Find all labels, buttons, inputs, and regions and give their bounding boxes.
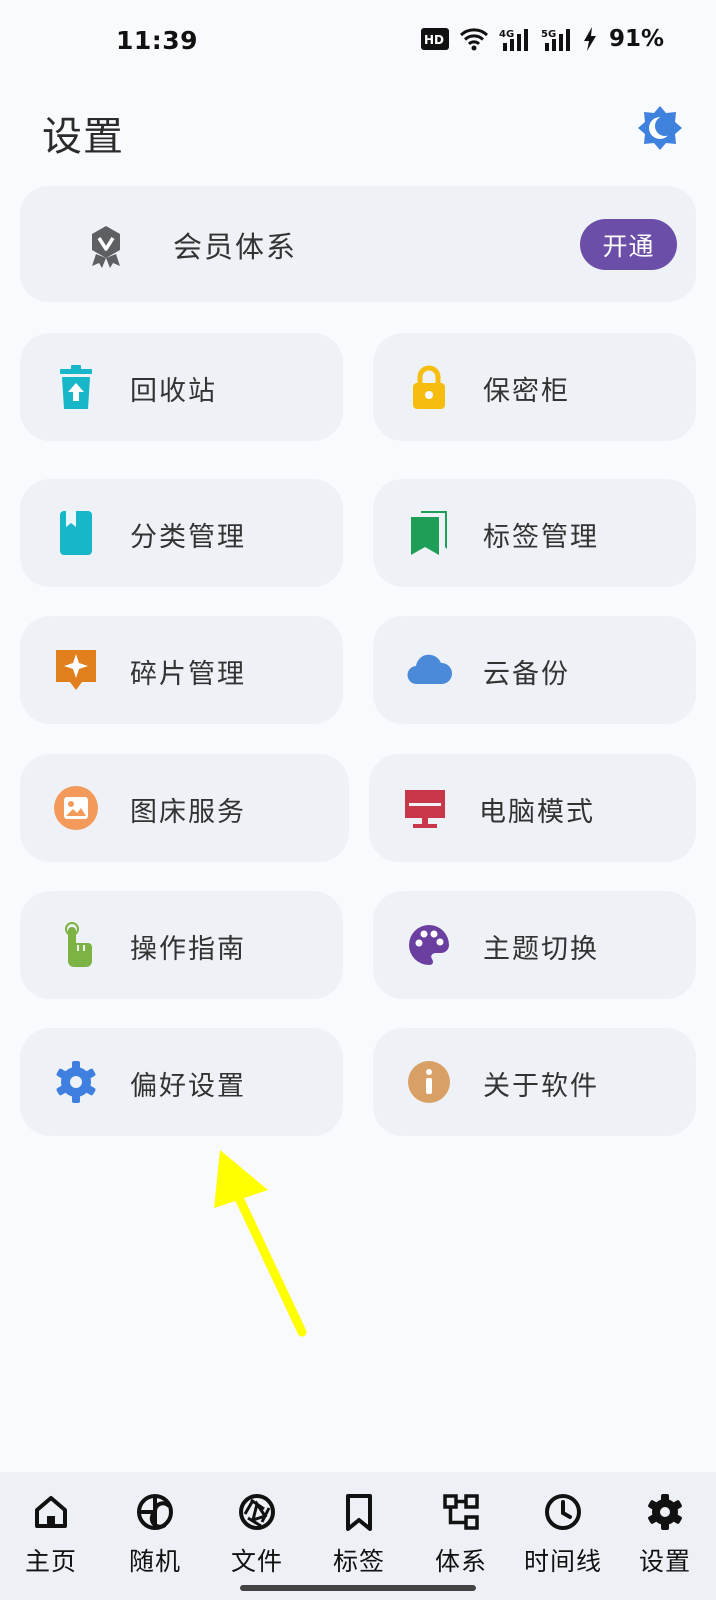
tile-fragment-manage[interactable]: 碎片管理 <box>20 616 343 724</box>
gear-icon <box>56 1061 96 1103</box>
battery-percent: 91% <box>608 26 664 52</box>
nav-label: 体系 <box>434 1547 487 1576</box>
nav-system[interactable]: 体系 <box>413 1486 509 1596</box>
bookmark-icon <box>346 1494 372 1531</box>
nav-random[interactable]: 随机 <box>107 1486 203 1596</box>
charging-icon <box>583 27 596 51</box>
tile-cloud-backup[interactable]: 云备份 <box>373 616 696 724</box>
membership-label: 会员体系 <box>173 230 298 264</box>
nav-timeline[interactable]: 时间线 <box>515 1486 611 1596</box>
activate-button[interactable]: 开通 <box>580 219 677 270</box>
nav-tags[interactable]: 标签 <box>311 1486 407 1596</box>
tile-label: 偏好设置 <box>130 1071 246 1102</box>
net-4g-text: 4G <box>499 29 514 40</box>
tile-safe-box[interactable]: 保密柜 <box>373 333 696 441</box>
tile-label: 回收站 <box>130 376 217 407</box>
tile-label: 保密柜 <box>483 376 570 407</box>
tile-image-hosting[interactable]: 图床服务 <box>20 754 349 862</box>
theme-toggle-icon[interactable] <box>636 104 684 152</box>
hd-badge-text: HD <box>424 33 444 47</box>
lock-icon <box>413 365 445 409</box>
tile-category-manage[interactable]: 分类管理 <box>20 479 343 587</box>
book-icon <box>60 511 92 555</box>
image-icon <box>54 786 98 830</box>
sparkle-note-icon <box>56 650 96 690</box>
tile-label: 碎片管理 <box>130 659 246 690</box>
nav-label: 随机 <box>128 1547 181 1576</box>
shuffle-icon <box>137 1494 173 1530</box>
nav-home[interactable]: 主页 <box>3 1486 99 1596</box>
cloud-icon <box>407 654 453 685</box>
tile-label: 图床服务 <box>130 797 246 828</box>
wifi-icon <box>459 28 488 51</box>
status-time: 11:39 <box>116 26 199 55</box>
page-title: 设置 <box>42 114 124 160</box>
nav-label: 设置 <box>638 1547 691 1576</box>
tile-label: 云备份 <box>483 659 570 690</box>
palette-icon <box>409 925 449 965</box>
clock-icon <box>545 1494 581 1530</box>
annotation-arrow-icon <box>214 1150 307 1337</box>
nav-label: 时间线 <box>523 1547 602 1576</box>
tile-label: 分类管理 <box>130 522 246 553</box>
vip-badge-icon <box>92 226 120 268</box>
tile-preferences[interactable]: 偏好设置 <box>20 1028 343 1136</box>
hd-icon: HD <box>420 28 449 50</box>
net-5g-text: 5G <box>541 29 556 40</box>
nav-label: 主页 <box>24 1547 77 1576</box>
bottom-navigation: 主页 随机 文件 标签 体系 时间线 设置 <box>0 1472 716 1600</box>
tile-label: 关于软件 <box>483 1071 599 1102</box>
tile-label: 标签管理 <box>483 522 599 553</box>
aperture-icon <box>239 1494 275 1530</box>
membership-card[interactable]: 会员体系 开通 <box>20 186 696 302</box>
signal-4g-icon: 4G <box>499 29 528 51</box>
tile-recycle-bin[interactable]: 回收站 <box>20 333 343 441</box>
bookmarks-icon <box>411 511 447 555</box>
nav-settings[interactable]: 设置 <box>617 1486 713 1596</box>
gesture-home-bar[interactable] <box>240 1585 476 1591</box>
tile-theme-switch[interactable]: 主题切换 <box>373 891 696 999</box>
tile-about[interactable]: 关于软件 <box>373 1028 696 1136</box>
status-bar: 11:39 HD 4G 5G 91% <box>0 0 716 82</box>
recycle-bin-icon <box>60 365 92 409</box>
tile-label: 操作指南 <box>130 934 246 965</box>
tile-user-guide[interactable]: 操作指南 <box>20 891 343 999</box>
settings-icon <box>648 1494 682 1530</box>
signal-5g-icon: 5G <box>541 29 570 51</box>
touch-hand-icon <box>65 922 92 967</box>
nav-label: 标签 <box>332 1547 385 1576</box>
info-icon <box>408 1061 450 1103</box>
home-icon <box>35 1496 67 1528</box>
tile-label: 主题切换 <box>483 934 599 965</box>
nav-files[interactable]: 文件 <box>209 1486 305 1596</box>
tile-desktop-mode[interactable]: 电脑模式 <box>369 754 696 862</box>
system-icons: HD 4G 5G 91% <box>420 26 664 52</box>
hierarchy-icon <box>443 1494 479 1530</box>
nav-label: 文件 <box>230 1547 283 1576</box>
tile-label: 电脑模式 <box>479 797 595 828</box>
desktop-icon <box>405 790 445 828</box>
tile-tag-manage[interactable]: 标签管理 <box>373 479 696 587</box>
